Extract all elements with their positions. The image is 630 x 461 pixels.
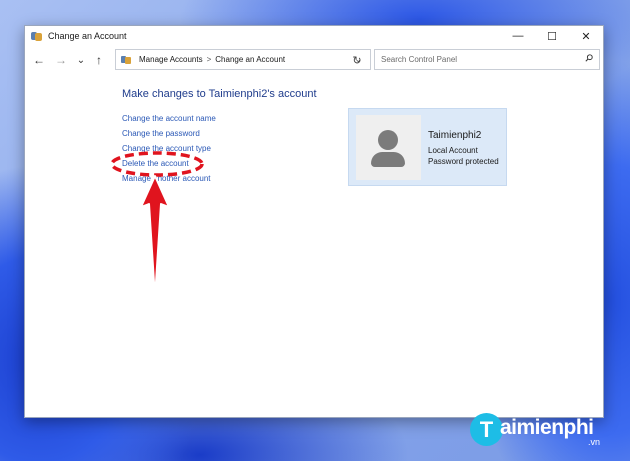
brand-tld: .vn	[588, 437, 601, 447]
up-icon[interactable]: ↑	[90, 50, 108, 70]
minimize-button[interactable]: —	[501, 26, 535, 46]
refresh-icon[interactable]: ↻	[348, 51, 366, 69]
breadcrumb-separator: >	[206, 55, 212, 64]
page-title: Make changes to Taimienphi2's account	[122, 88, 317, 100]
account-status: Password protected	[428, 157, 499, 166]
user-accounts-icon	[121, 55, 133, 65]
account-name: Taimienphi2	[428, 130, 482, 141]
search-icon[interactable]	[585, 54, 593, 62]
window-title: Change an Account	[48, 31, 127, 41]
change-account-name-link[interactable]: Change the account name	[122, 111, 216, 126]
user-accounts-icon	[31, 30, 43, 42]
brand-name: aimienphi	[500, 416, 594, 439]
title-bar: Change an Account — ☐ ✕	[25, 26, 603, 46]
address-bar[interactable]: Manage Accounts > Change an Account ⌄	[115, 49, 371, 70]
forward-icon[interactable]: →	[50, 50, 72, 70]
brand-watermark: T aimienphi .vn	[470, 410, 625, 455]
close-button[interactable]: ✕	[569, 26, 603, 46]
back-icon[interactable]: ←	[28, 50, 50, 70]
breadcrumb-manage-accounts[interactable]: Manage Accounts	[139, 55, 203, 64]
delete-account-link[interactable]: Delete the account	[122, 156, 216, 171]
user-avatar-icon	[356, 115, 421, 180]
main-content: Make changes to Taimienphi2's account Ch…	[25, 74, 603, 417]
brand-logo-icon: T	[470, 413, 503, 446]
control-panel-window: Change an Account — ☐ ✕ ← → ⌄ ↑ Manage A…	[24, 25, 604, 418]
window-controls: — ☐ ✕	[501, 26, 603, 46]
account-card: Taimienphi2 Local Account Password prote…	[348, 108, 507, 186]
manage-another-account-link[interactable]: Manage another account	[122, 171, 216, 186]
search-input[interactable]	[379, 54, 573, 65]
account-type: Local Account	[428, 146, 478, 155]
recent-locations-icon[interactable]: ⌄	[72, 50, 90, 70]
change-password-link[interactable]: Change the password	[122, 126, 216, 141]
task-links: Change the account name Change the passw…	[122, 111, 216, 186]
search-box[interactable]	[374, 49, 600, 70]
change-account-type-link[interactable]: Change the account type	[122, 141, 216, 156]
navigation-bar: ← → ⌄ ↑ Manage Accounts > Change an Acco…	[25, 46, 603, 74]
maximize-button[interactable]: ☐	[535, 26, 569, 46]
breadcrumb-change-account[interactable]: Change an Account	[215, 55, 285, 64]
